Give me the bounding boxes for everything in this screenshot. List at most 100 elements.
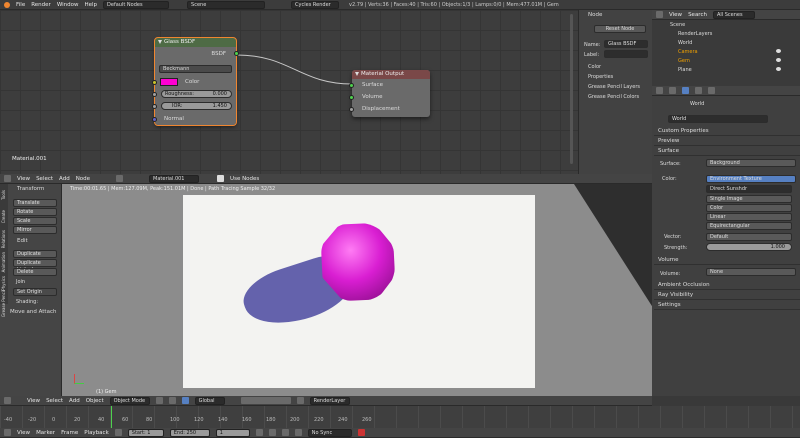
editor-type-icon[interactable] — [4, 429, 11, 436]
outliner-item-renderlayers[interactable]: RenderLayers — [678, 31, 712, 37]
image-datablock-field[interactable]: Direct Sunshdr — [706, 185, 792, 193]
play-reverse-icon[interactable] — [268, 429, 276, 436]
section-volume[interactable]: Volume — [654, 256, 800, 265]
color-space-dropdown[interactable]: Color — [706, 204, 792, 212]
glass-node-header[interactable]: Glass BSDF — [155, 38, 236, 47]
output-node-header[interactable]: Material Output — [352, 70, 430, 79]
outliner-item-gem[interactable]: Gem — [678, 58, 690, 64]
world-datablock-field[interactable]: World — [668, 115, 768, 123]
editor-type-icon[interactable] — [656, 11, 663, 18]
duplicate-linked-button[interactable]: Duplicate Linked — [13, 259, 57, 273]
object-tab-icon[interactable] — [695, 87, 702, 94]
current-frame-field[interactable]: 1 — [215, 428, 250, 437]
render-layer-selector[interactable]: RenderLayer — [309, 396, 350, 405]
tab-grease-pencil[interactable]: Grease Pencil — [1, 290, 6, 317]
shader-type-icon[interactable] — [116, 175, 124, 182]
section-settings[interactable]: Settings — [654, 301, 800, 310]
pivot-icon[interactable] — [168, 397, 176, 404]
play-icon[interactable] — [281, 429, 289, 436]
transform-header[interactable]: Transform — [17, 186, 44, 192]
volume-input-socket[interactable] — [349, 95, 354, 100]
set-origin-dropdown[interactable]: Set Origin — [13, 288, 57, 296]
distribution-dropdown[interactable]: Beckmann — [159, 65, 232, 73]
edit-header[interactable]: Edit — [17, 238, 28, 244]
current-frame-marker[interactable] — [111, 406, 112, 428]
timeline-menu-marker[interactable]: Marker — [36, 430, 55, 436]
vector-dropdown[interactable]: Default — [706, 233, 792, 241]
node-section-color[interactable]: Color — [588, 64, 601, 70]
normal-input-socket[interactable] — [152, 117, 157, 122]
mirror-button[interactable]: Mirror — [13, 226, 57, 234]
timeline-menu-playback[interactable]: Playback — [84, 430, 109, 436]
keying-icon[interactable] — [357, 429, 365, 436]
translate-button[interactable]: Translate — [13, 199, 57, 207]
color-input-dropdown[interactable]: Environment Texture — [706, 175, 796, 183]
timeline-menu-view[interactable]: View — [17, 430, 30, 436]
tab-relations[interactable]: Relations — [1, 230, 6, 248]
orientation-selector[interactable]: Global — [194, 396, 225, 405]
scene-tab-icon[interactable] — [669, 87, 676, 94]
viewport-menu-object[interactable]: Object — [86, 398, 104, 404]
volume-dropdown[interactable]: None — [706, 268, 796, 276]
bsdf-output-socket[interactable] — [234, 51, 239, 56]
manipulator-icon[interactable] — [181, 397, 189, 404]
reset-node-button[interactable]: Reset Node — [594, 25, 646, 33]
ior-field[interactable]: IOR: 1.450 — [161, 102, 232, 110]
lock-icon[interactable] — [296, 397, 304, 404]
visibility-eye-icon[interactable] — [776, 49, 781, 53]
duplicate-button[interactable]: Duplicate — [13, 250, 57, 258]
render-tab-icon[interactable] — [656, 87, 663, 94]
scale-button[interactable]: Scale — [13, 217, 57, 225]
editor-type-icon[interactable] — [4, 175, 11, 182]
strength-field[interactable]: 1.000 — [706, 243, 792, 251]
projection-dropdown[interactable]: Equirectangular — [706, 222, 792, 230]
rotate-button[interactable]: Rotate — [13, 208, 57, 216]
tab-physics[interactable]: Physics — [1, 276, 6, 291]
jump-start-icon[interactable] — [255, 429, 263, 436]
roughness-input-socket[interactable] — [152, 92, 157, 97]
node-panel-header[interactable]: Node — [588, 12, 602, 18]
record-icon[interactable] — [114, 429, 122, 436]
viewport-menu-view[interactable]: View — [27, 398, 40, 404]
outliner-item-scene[interactable]: Scene — [670, 22, 685, 28]
viewport-menu-select[interactable]: Select — [46, 398, 63, 404]
glass-bsdf-node[interactable]: Glass BSDF BSDF Beckmann Color Roughness… — [152, 37, 239, 126]
jump-end-icon[interactable] — [294, 429, 302, 436]
color-swatch[interactable] — [160, 78, 178, 86]
outliner-filter[interactable]: All Scenes — [712, 10, 755, 19]
timeline-menu-frame[interactable]: Frame — [61, 430, 78, 436]
visibility-eye-icon[interactable] — [776, 58, 781, 62]
section-preview[interactable]: Preview — [654, 137, 800, 146]
timeline[interactable] — [0, 406, 800, 428]
surface-shader-dropdown[interactable]: Background — [706, 159, 796, 167]
delete-button[interactable]: Delete — [13, 268, 57, 276]
image-source-dropdown[interactable]: Single Image — [706, 195, 792, 203]
roughness-field[interactable]: Roughness: 0.000 — [161, 90, 232, 98]
outliner-item-plane[interactable]: Plane — [678, 67, 692, 73]
visibility-eye-icon[interactable] — [776, 67, 781, 71]
material-tab-icon[interactable] — [708, 87, 715, 94]
node-menu-add[interactable]: Add — [59, 176, 70, 182]
node-menu-view[interactable]: View — [17, 176, 30, 182]
end-frame-field[interactable]: End: 250 — [169, 428, 210, 437]
node-menu-select[interactable]: Select — [36, 176, 53, 182]
node-section-properties[interactable]: Properties — [588, 74, 613, 80]
move-attach-header[interactable]: Move and Attach — [10, 309, 56, 315]
section-ray-visibility[interactable]: Ray Visibility — [654, 291, 800, 300]
node-name-field[interactable]: Glass BSDF — [604, 40, 648, 48]
layers-icon[interactable] — [240, 397, 291, 404]
material-selector[interactable]: Material.001 — [149, 174, 200, 183]
start-frame-field[interactable]: Start: 1 — [127, 428, 164, 437]
sync-mode-dropdown[interactable]: No Sync — [307, 428, 352, 437]
node-section-gp-layers[interactable]: Grease Pencil Layers — [588, 84, 640, 90]
tab-animation[interactable]: Animation — [1, 252, 6, 272]
viewport-menu-add[interactable]: Add — [69, 398, 80, 404]
mode-selector[interactable]: Object Mode — [109, 396, 150, 405]
editor-type-icon[interactable] — [4, 397, 11, 404]
interpolation-dropdown[interactable]: Linear — [706, 213, 792, 221]
section-custom-properties[interactable]: Custom Properties — [654, 127, 800, 136]
outliner-item-camera[interactable]: Camera — [678, 49, 698, 55]
displacement-input-socket[interactable] — [349, 107, 354, 112]
node-editor-scrollbar[interactable] — [570, 14, 573, 164]
material-output-node[interactable]: Material Output Surface Volume Displacem… — [349, 70, 430, 117]
